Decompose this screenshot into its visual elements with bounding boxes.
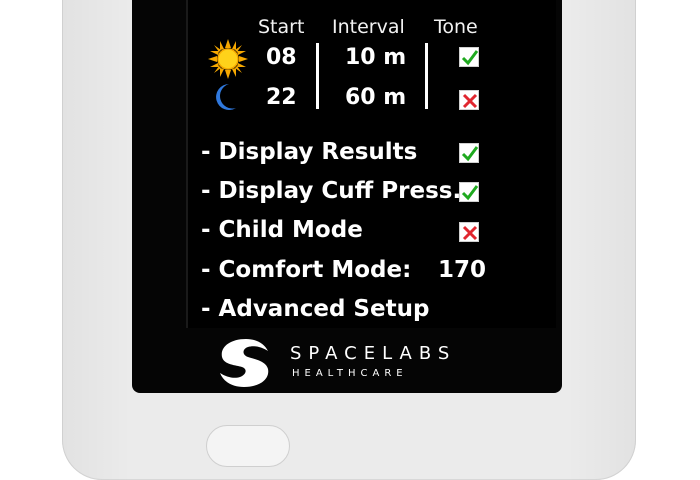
comfort-mode-value[interactable]: 170: [438, 257, 486, 283]
cross-icon: [462, 93, 478, 109]
day-start-value[interactable]: 08: [266, 45, 297, 70]
sun-icon: [208, 39, 248, 79]
device-button[interactable]: [206, 425, 290, 467]
day-tone-checkbox[interactable]: [459, 47, 479, 67]
display-results-checkbox[interactable]: [459, 143, 479, 163]
menu-item-comfort-mode[interactable]: - Comfort Mode:: [201, 257, 411, 283]
header-tone: Tone: [434, 16, 478, 38]
column-divider-1: [316, 43, 319, 109]
night-start-value[interactable]: 22: [266, 85, 297, 110]
menu-item-child-mode[interactable]: - Child Mode: [201, 217, 363, 243]
column-divider-2: [425, 43, 428, 109]
menu-item-display-results[interactable]: - Display Results: [201, 139, 417, 165]
menu-item-advanced-setup[interactable]: - Advanced Setup: [201, 296, 429, 322]
child-mode-checkbox[interactable]: [459, 222, 479, 242]
check-icon: [461, 50, 479, 66]
check-icon: [461, 185, 479, 201]
spacelabs-logo-icon: [220, 339, 269, 387]
header-interval: Interval: [332, 16, 405, 38]
brand-subtitle: HEALTHCARE: [292, 368, 408, 379]
night-interval-value[interactable]: 60 m: [345, 85, 406, 110]
header-start: Start: [258, 16, 305, 38]
brand-name: SPACELABS: [290, 343, 457, 364]
day-interval-value[interactable]: 10 m: [345, 45, 406, 70]
menu-item-display-cuff-press[interactable]: - Display Cuff Press.: [201, 178, 461, 204]
cross-icon: [462, 225, 478, 241]
check-icon: [461, 146, 479, 162]
display-cuff-press-checkbox[interactable]: [459, 182, 479, 202]
moon-icon: [216, 84, 236, 110]
night-tone-checkbox[interactable]: [459, 90, 479, 110]
